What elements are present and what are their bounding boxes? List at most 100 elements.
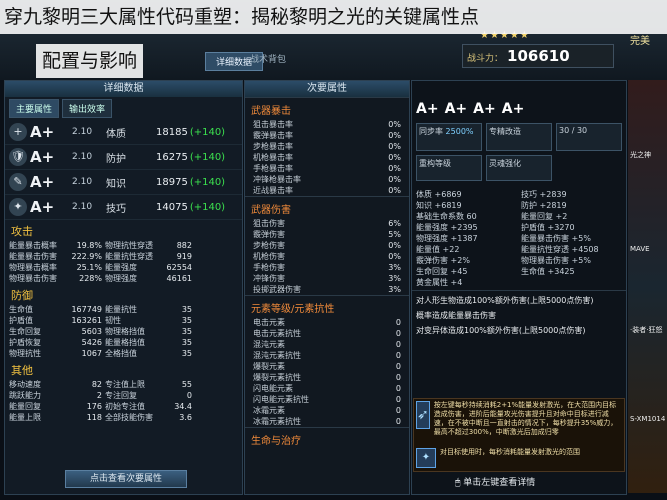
attr-value: 16275 (156, 151, 188, 163)
stat-line: 体质 +6869 (416, 190, 462, 199)
stat-value: 82 (91, 380, 102, 389)
stat-label: 电击元素 (253, 318, 285, 327)
view-secondary-attrs-button[interactable]: 点击查看次要属性 (65, 470, 187, 488)
section-weapon-damage: 武器伤害 (245, 196, 409, 218)
list-item: 电击元素抗性 0 (245, 328, 409, 339)
stat-value: 25.1% (76, 263, 102, 272)
stat-value: 5603 (81, 327, 102, 336)
module-row: 同步率 2500% 专精改造 30 / 30 (412, 121, 626, 153)
mastery-box[interactable]: 专精改造 (486, 123, 552, 151)
section-life-heal: 生命与治疗 (245, 427, 409, 449)
skill-box: ➶ 按左键每秒持续消耗2+1%能量发射激光，在大范围内目标造成伤害，进阶后能量攻… (413, 398, 625, 472)
article-title-line1: 穿九黎明三大属性代码重塑：揭秘黎明之光的关键属性点 (0, 0, 667, 34)
stat-label: 物理格挡值 (105, 327, 145, 336)
stat-value: 228% (79, 274, 102, 283)
effect-descriptions: 对人形生物造成100%额外伤害(上限5000点伤害) 概率造成能量暴击伤害 对变… (412, 290, 626, 341)
grade: A+ (501, 101, 525, 117)
stat-label: 混沌元素抗性 (253, 351, 301, 360)
stat-value: 1067 (81, 349, 102, 358)
sync-rate-box[interactable]: 同步率 2500% (416, 123, 482, 151)
stat-label: 霰弹伤害 (253, 230, 285, 239)
list-item: 机枪暴击率 0% (245, 152, 409, 163)
list-item: 投掷武器伤害 3% (245, 284, 409, 295)
box-value: 30 (559, 126, 570, 135)
stat-label: 能量格挡值 (105, 338, 145, 347)
weapon-item[interactable]: ·装者·狂怒 (630, 325, 662, 335)
defense-stats: 生命值 167749 能量抗性 35 护盾值 163261 韧性 35 生命回复 5603 物理… (5, 304, 242, 359)
tab-output-efficiency[interactable]: 输出效率 (62, 99, 113, 118)
weapon-item[interactable]: 光之神 (630, 150, 651, 160)
stat-line: 物理强度 +1387 (416, 234, 478, 243)
laser-skill-icon: ➶ (416, 401, 430, 429)
stat-label: 机枪伤害 (253, 252, 285, 261)
stat-line: 护盾值 +3270 (521, 223, 575, 232)
tab-primary-attrs[interactable]: 主要属性 (9, 99, 60, 118)
grade-icons: A+ A+ A+ A+ (412, 81, 626, 121)
list-item: 步枪伤害 0% (245, 240, 409, 251)
stat-value: 55 (181, 380, 192, 389)
grade-level: 2.10 (72, 177, 93, 187)
stat-value: 35 (181, 316, 192, 325)
attr-name: 技巧 (106, 203, 126, 215)
attr-bonus: (+140) (189, 201, 226, 213)
stat-value: 62554 (166, 263, 192, 272)
grade: A+ (30, 173, 55, 191)
primary-row[interactable]: ✎ A+ 2.10 知识 18975 (+140) (5, 170, 242, 195)
laser-aim-icon: ✦ (416, 448, 436, 468)
stat-label: 移动速度 (9, 380, 41, 389)
stat-line: 技巧 +2839 (521, 190, 567, 199)
stat-label: 能量强度 (105, 263, 137, 272)
stat-label: 冰霜元素 (253, 406, 285, 415)
list-item: 冲锋枪暴击率 0% (245, 174, 409, 185)
stat-value: 0% (388, 252, 401, 261)
effect-text: 对变异体造成100%额外伤害(上限5000点伤害) (416, 326, 586, 335)
stat-line: 基础生命系数 60 (416, 212, 477, 221)
knowledge-icon: ✎ (9, 173, 27, 191)
other-stats: 移动速度 82 专注值上限 55 跳跃能力 2 专注回复 0 能量回复 176 初始专注值 34.… (5, 379, 242, 423)
stat-label: 混沌元素 (253, 340, 285, 349)
stat-value: 35 (181, 327, 192, 336)
click-detail-hint[interactable]: 🖱 单击左键查看详情 (455, 475, 535, 488)
stat-label: 爆裂元素抗性 (253, 373, 301, 382)
stat-line: 霰弹伤害 +2% (416, 256, 470, 265)
primary-row[interactable]: + A+ 2.10 体质 18185 (+140) (5, 120, 242, 145)
stat-value: 0 (395, 406, 401, 415)
stat-line: 能量抗性穿透 +4508 (521, 245, 599, 254)
stat-label: 全格挡值 (105, 349, 137, 358)
weapon-item[interactable]: MAVE (630, 245, 650, 253)
grade: A+ (30, 198, 55, 216)
stat-value: 0% (388, 120, 401, 129)
stat-label: 跳跃能力 (9, 391, 41, 400)
stat-grid: 体质 +6869 技巧 +2839 知识 +6819 防护 +2819 基础生命系数… (416, 189, 622, 288)
stat-label: 能量暴击概率 (9, 241, 57, 250)
list-item: 爆裂元素抗性 0 (245, 372, 409, 383)
rebuild-level-box[interactable]: 重构等级 (416, 155, 482, 181)
list-item: 冰霜元素 0 (245, 405, 409, 416)
stat-label: 狙击伤害 (253, 219, 285, 228)
stat-label: 生命值 (9, 305, 33, 314)
stat-label: 物理强度 (105, 274, 137, 283)
stat-label: 物理抗性 (9, 349, 41, 358)
primary-row[interactable]: 🛡 A+ 2.10 防护 16275 (+140) (5, 145, 242, 170)
stat-label: 电击元素抗性 (253, 329, 301, 338)
soul-enhance-box[interactable]: 灵魂强化 (486, 155, 552, 181)
stat-value: 34.4 (174, 402, 192, 411)
stat-value: 0% (388, 131, 401, 140)
primary-row[interactable]: ✦ A+ 2.10 技巧 14075 (+140) (5, 195, 242, 220)
list-item: 电击元素 0 (245, 317, 409, 328)
stat-label: 手枪伤害 (253, 263, 285, 272)
section-attack: 攻击 (11, 225, 33, 238)
stat-label: 物理抗性穿透 (105, 241, 153, 250)
stat-line: 生命值 +3425 (521, 267, 575, 276)
stat-value: 118 (86, 413, 102, 422)
stat-value: 882 (176, 241, 192, 250)
weapon-item[interactable]: S-XM1014 (630, 415, 665, 423)
stat-value: 0 (186, 391, 192, 400)
stat-value: 35 (181, 338, 192, 347)
shield-icon: 🛡 (9, 148, 27, 166)
stat-value: 222.9% (71, 252, 102, 261)
stat-line: 防护 +2819 (521, 201, 567, 210)
stat-line: 生命回复 +45 (416, 267, 468, 276)
attr-bonus: (+140) (189, 176, 226, 188)
stat-value: 167749 (71, 305, 102, 314)
